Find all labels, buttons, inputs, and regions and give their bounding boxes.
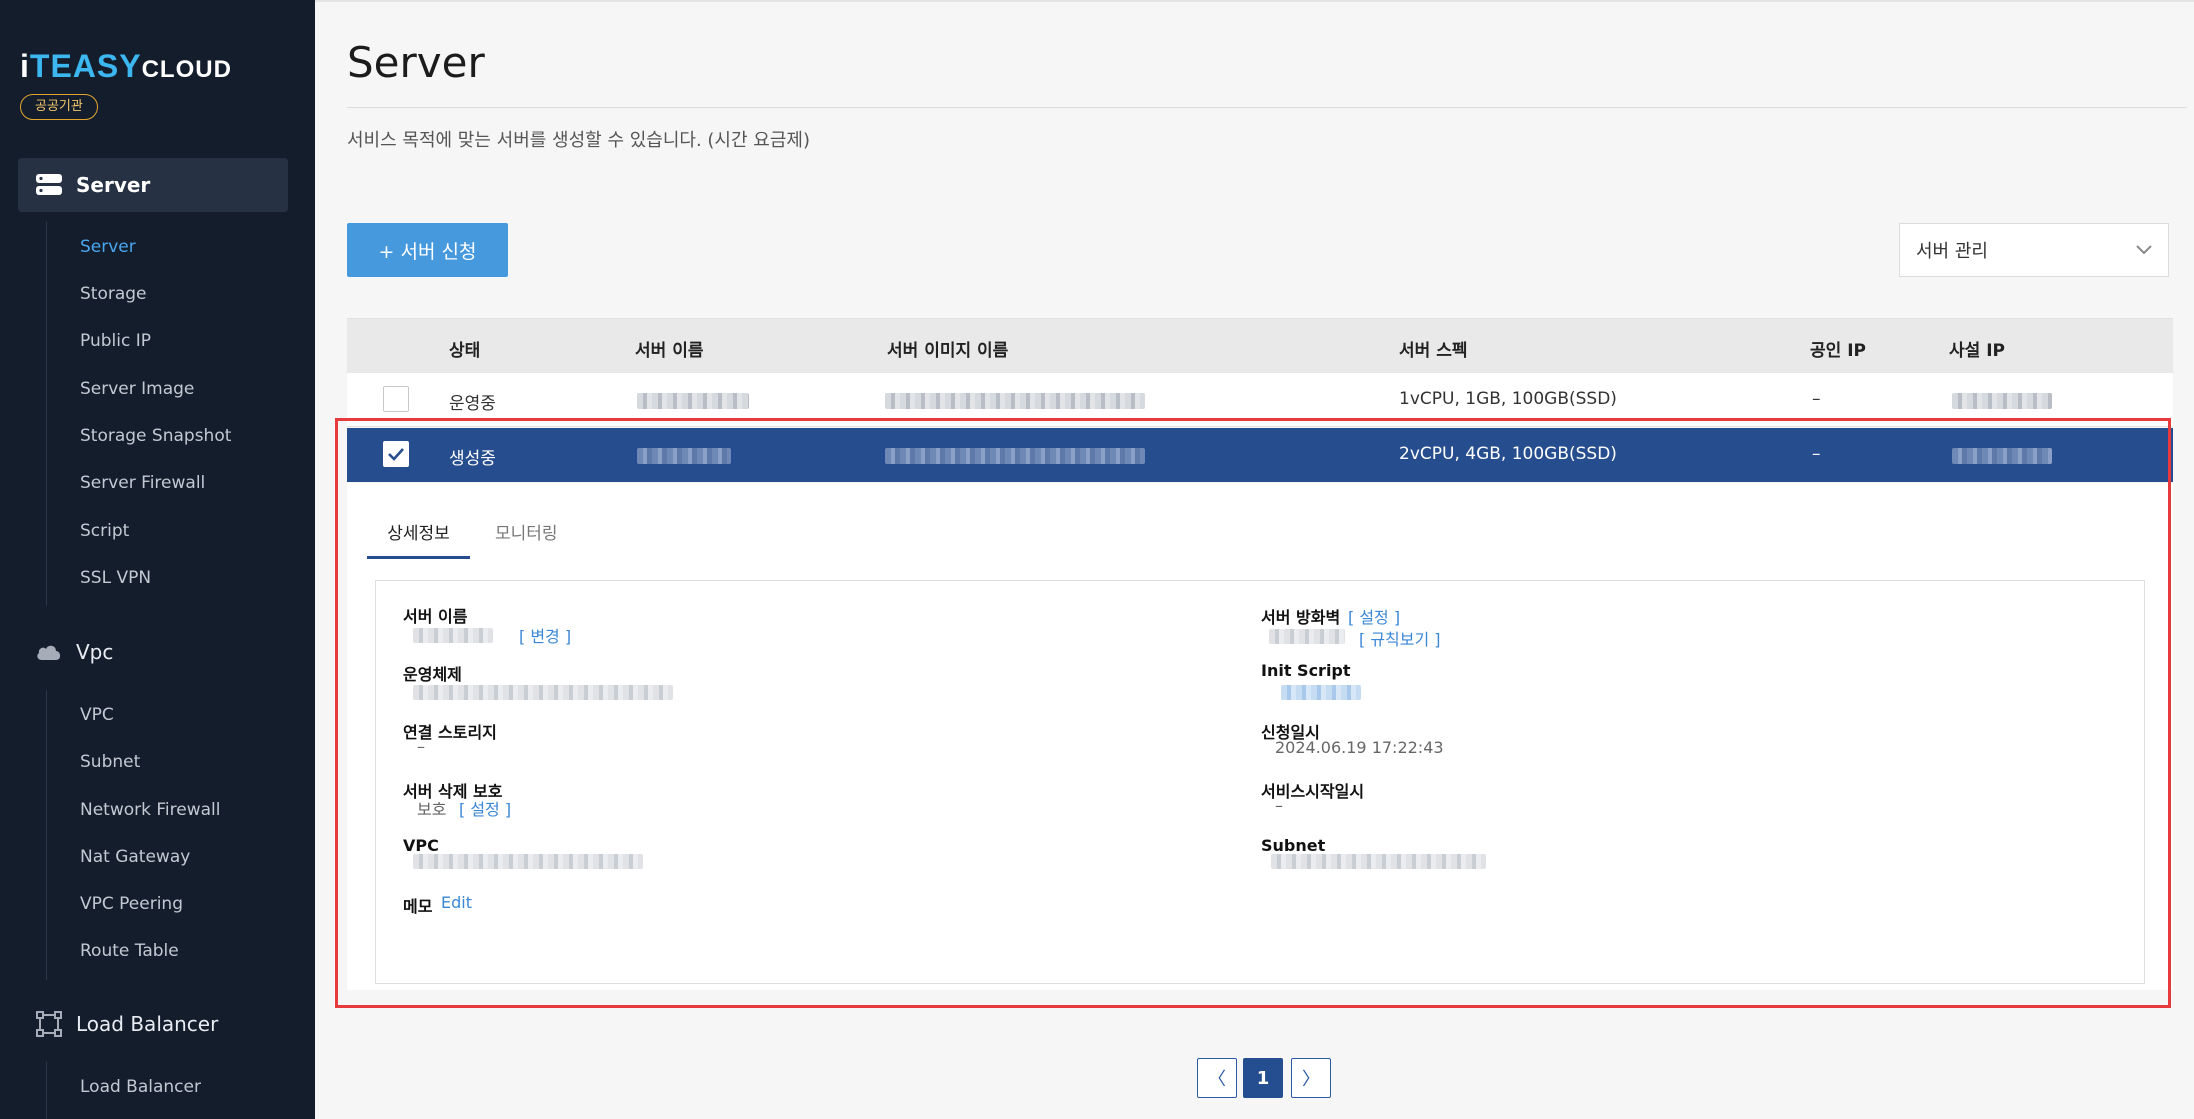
subnet-label: Subnet [1261,836,1326,855]
logo-i: i [20,48,30,84]
init-script-label: Init Script [1261,661,1351,680]
delete-protect-setting-link[interactable]: [ 설정 ] [459,796,511,820]
sidebar-item-server[interactable]: Server [80,237,136,257]
memo-edit-link[interactable]: Edit [441,893,472,912]
sidebar-item-script[interactable]: Script [80,521,129,541]
delete-protect-value: 보호 [417,800,447,819]
title-divider [347,107,2187,108]
apply-server-button[interactable]: + 서버 신청 [347,223,508,277]
server-manage-select[interactable]: 서버 관리 [1899,223,2169,277]
redacted-private-ip [1952,448,2052,464]
col-header-image-name[interactable]: 서버 이미지 이름 [887,336,1008,361]
table-row-selected[interactable]: 생성중 2vCPU, 4GB, 100GB(SSD) – [347,428,2173,482]
submenu-line [46,690,47,980]
sidebar-item-server-firewall[interactable]: Server Firewall [80,473,205,493]
nav-group-vpc[interactable]: Vpc [18,625,288,679]
sidebar-item-load-balancer[interactable]: Load Balancer [80,1077,201,1097]
server-table: 상태 서버 이름 서버 이미지 이름 서버 스펙 공인 IP 사설 IP 운영중… [347,318,2173,482]
col-header-server-name[interactable]: 서버 이름 [635,336,703,361]
page-title: Server [347,38,485,87]
detail-info-box: 서버 이름 [ 변경 ] 운영체제 연결 스토리지 – 서버 삭제 보호 보호 … [375,580,2145,984]
nav-group-server[interactable]: Server [18,158,288,212]
sidebar-item-route-table[interactable]: Route Table [80,941,179,961]
pagination-next-button[interactable]: 〉 [1291,1058,1331,1098]
pagination-page-1[interactable]: 1 [1243,1058,1283,1098]
nav-group-label: Load Balancer [76,1012,219,1036]
logo-cloud: CLOUD [141,56,232,83]
cloud-icon [32,639,66,665]
table-header: 상태 서버 이름 서버 이미지 이름 서버 스펙 공인 IP 사설 IP [347,318,2173,373]
vpc-label: VPC [403,836,439,855]
redacted-vpc [413,854,643,869]
row-status: 운영중 [449,394,496,414]
redacted-server-name [637,448,731,464]
row-spec: 1vCPU, 1GB, 100GB(SSD) [1399,389,1617,409]
chevron-down-icon [2134,240,2154,265]
top-divider [315,0,2194,2]
col-header-public-ip[interactable]: 공인 IP [1810,336,1866,361]
public-institution-badge: 공공기관 [20,94,98,120]
load-balancer-icon [32,1011,66,1037]
sidebar-item-nat-gateway[interactable]: Nat Gateway [80,847,190,867]
memo-label: 메모 [403,897,433,916]
row-checkbox-checked[interactable] [383,441,409,467]
change-name-link[interactable]: [ 변경 ] [519,623,571,647]
main-content: Server 서비스 목적에 맞는 서버를 생성할 수 있습니다. (시간 요금… [315,0,2194,1119]
submenu-line [46,222,47,606]
os-label: 운영체제 [403,665,462,684]
submenu-line [46,1062,47,1119]
server-icon [32,172,66,198]
redacted-init-script-link[interactable] [1281,685,1361,700]
redacted-image-name [885,448,1145,464]
nav-group-label: Server [76,173,151,197]
redacted-private-ip [1952,393,2052,409]
redacted-firewall [1269,629,1345,644]
col-header-private-ip[interactable]: 사설 IP [1949,336,2005,361]
tab-monitoring[interactable]: 모니터링 [495,519,558,544]
sidebar-item-storage-snapshot[interactable]: Storage Snapshot [80,426,231,446]
row-public-ip: – [1812,389,1821,409]
redacted-image-name [885,393,1145,409]
firewall-label: 서버 방화벽 [1261,608,1341,627]
redacted-os [413,685,673,700]
sidebar-item-public-ip[interactable]: Public IP [80,331,151,351]
sidebar-item-vpc-peering[interactable]: VPC Peering [80,894,183,914]
pagination-prev-button[interactable]: 〈 [1197,1058,1237,1098]
server-manage-select-value: 서버 관리 [1916,241,1988,262]
row-checkbox[interactable] [383,386,409,412]
requested-at-value: 2024.06.19 17:22:43 [1275,738,1444,757]
sidebar-item-ssl-vpn[interactable]: SSL VPN [80,568,151,588]
nav-group-label: Vpc [76,640,114,664]
storage-value: – [417,737,425,756]
row-spec: 2vCPU, 4GB, 100GB(SSD) [1399,444,1617,464]
nav-group-load-balancer[interactable]: Load Balancer [18,997,288,1051]
server-detail-panel: 상세정보 모니터링 서버 이름 [ 변경 ] 운영체제 연결 스토리지 – 서버… [347,483,2173,990]
logo-teasy: TEASY [29,48,142,84]
sidebar-item-server-image[interactable]: Server Image [80,379,194,399]
sidebar-item-network-firewall[interactable]: Network Firewall [80,800,221,820]
col-header-status[interactable]: 상태 [449,336,480,361]
firewall-rules-link[interactable]: [ 규칙보기 ] [1359,626,1441,650]
row-public-ip: – [1812,444,1821,464]
service-start-value: – [1275,796,1283,815]
redacted-server-name [413,628,493,643]
col-header-spec[interactable]: 서버 스펙 [1399,336,1467,361]
row-status: 생성중 [449,449,496,469]
check-icon [388,448,404,461]
tab-details[interactable]: 상세정보 [367,519,470,559]
redacted-subnet [1271,854,1486,869]
sidebar: iTEASYCLOUD 공공기관 Server Server Storage P… [0,0,315,1119]
page-description: 서비스 목적에 맞는 서버를 생성할 수 있습니다. (시간 요금제) [347,130,810,151]
sidebar-item-vpc[interactable]: VPC [80,705,114,725]
redacted-server-name [637,393,749,409]
table-row[interactable]: 운영중 1vCPU, 1GB, 100GB(SSD) – [347,373,2173,427]
brand-logo[interactable]: iTEASYCLOUD [20,48,232,85]
firewall-setting-link[interactable]: [ 설정 ] [1348,604,1400,628]
server-name-label: 서버 이름 [403,607,468,626]
sidebar-item-subnet[interactable]: Subnet [80,752,140,772]
sidebar-item-storage[interactable]: Storage [80,284,147,304]
